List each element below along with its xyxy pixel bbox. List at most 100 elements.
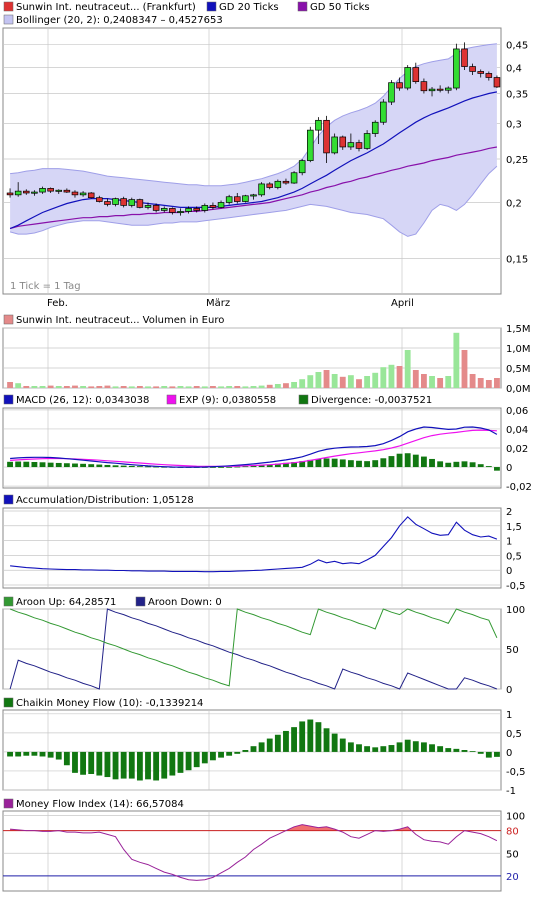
volume-bar: [380, 367, 387, 388]
candle-body: [266, 183, 274, 188]
volume-bar: [372, 372, 379, 388]
divergence-bar: [396, 453, 403, 468]
volume-bar: [80, 386, 87, 388]
candle-body: [477, 71, 484, 74]
y-tick-label: 0,04: [506, 425, 528, 436]
candle-body: [39, 188, 46, 193]
divergence-bar: [372, 460, 379, 468]
volume-bar: [31, 386, 38, 388]
candle-body: [152, 205, 160, 211]
volume-bar: [404, 350, 411, 388]
chaikin-bar: [201, 751, 208, 764]
candle-body: [380, 101, 387, 123]
y-tick-label: 0,5: [506, 729, 522, 740]
chaikin-bar: [347, 742, 354, 752]
chaikin-bar: [242, 750, 249, 752]
y-tick-label: 0,3: [506, 120, 522, 131]
candle-body: [31, 191, 38, 194]
chaikin-bar: [429, 744, 435, 752]
volume-bar: [469, 374, 476, 388]
y-tick-label: 0,5M: [506, 364, 531, 375]
volume-y-axis: 0,0M 0,5M 1,0M 1,5M: [506, 324, 531, 395]
chaikin-bar: [469, 751, 476, 752]
legend-swatch-exp: [166, 394, 177, 405]
candle: [404, 65, 411, 91]
divergence-bar: [120, 465, 127, 468]
candle-body: [47, 188, 54, 192]
chaikin-bar: [15, 751, 22, 757]
chaikin-bar: [185, 751, 192, 771]
mfi-legend-label: Money Flow Index (14): 66,57084: [16, 799, 184, 810]
volume-bar: [112, 386, 119, 388]
legend-swatch-macd: [3, 394, 14, 405]
volume-bar: [274, 384, 281, 388]
chaikin-bar: [307, 719, 314, 752]
volume-bar: [47, 385, 54, 388]
divergence-bar: [47, 462, 54, 468]
ad-gridlines: [3, 508, 501, 588]
chaikin-bar: [461, 750, 468, 752]
y-tick-label: 0: [506, 685, 512, 696]
divergence-bar: [23, 461, 30, 468]
candle-body: [469, 66, 476, 72]
divergence-bar: [331, 458, 338, 468]
legend-swatch-chaikin: [3, 697, 14, 708]
legend-swatch-price: [3, 1, 14, 12]
divergence-bar: [437, 461, 444, 468]
divergence-bar: [136, 466, 143, 468]
candle-body: [6, 192, 14, 196]
chaikin-bar: [136, 751, 143, 781]
price-panel: Sunwin Int. neutraceut... (Frankfurt) GD…: [2, 1, 528, 309]
candle: [331, 133, 338, 155]
chaikin-bar: [396, 742, 403, 752]
chaikin-bar: [437, 746, 444, 752]
chaikin-bar: [210, 751, 216, 761]
chaikin-bar: [364, 746, 371, 752]
chaikin-bar: [218, 751, 224, 758]
candle-body: [453, 48, 460, 89]
ad-plot-area: [10, 516, 498, 573]
divergence-bar: [339, 459, 346, 468]
divergence-bar: [485, 466, 492, 468]
volume-bar: [128, 386, 135, 388]
candle-body: [144, 205, 152, 208]
volume-bar: [15, 383, 22, 388]
candle: [242, 194, 249, 203]
candle: [136, 198, 144, 209]
divergence-bar: [494, 467, 500, 471]
divergence-bar: [347, 460, 354, 468]
y-tick-label: 0,2: [506, 198, 522, 209]
legend-swatch-mfi: [3, 798, 14, 809]
y-tick-label: -1: [506, 786, 516, 797]
volume-bar: [396, 366, 403, 388]
candle-body: [55, 189, 63, 192]
chaikin-bar: [404, 739, 411, 752]
candle-body: [233, 196, 241, 202]
x-label-april: April: [391, 298, 414, 309]
volume-bar: [266, 384, 273, 388]
ad-y-axis: -0,5 0 0,5 1 1,5 2: [506, 507, 526, 592]
volume-bar: [226, 386, 233, 388]
volume-bar: [347, 375, 354, 388]
volume-bar: [412, 370, 419, 388]
divergence-bar: [31, 462, 38, 468]
candle-body: [193, 208, 200, 211]
candle-body: [355, 142, 363, 149]
candle-body: [258, 183, 265, 196]
volume-bar: [315, 372, 322, 388]
chaikin-bar: [161, 751, 168, 779]
macd-gridlines: [3, 408, 501, 488]
price-y-axis: 0,15 0,2 0,25 0,3 0,35 0,4 0,45: [506, 41, 528, 266]
candle-body: [185, 208, 192, 212]
candle-body: [63, 189, 71, 193]
candle-body: [396, 82, 403, 89]
candle: [274, 179, 282, 190]
candle-body: [104, 201, 111, 205]
volume-bar: [169, 386, 176, 388]
tick-note: 1 Tick = 1 Tag: [10, 281, 81, 292]
divergence-bar: [55, 462, 62, 468]
legend-label-sma20: GD 20 Ticks: [219, 2, 279, 13]
divergence-bar: [445, 462, 452, 468]
volume-bar: [234, 386, 241, 388]
legend-label-price: Sunwin Int. neutraceut... (Frankfurt): [16, 2, 196, 13]
